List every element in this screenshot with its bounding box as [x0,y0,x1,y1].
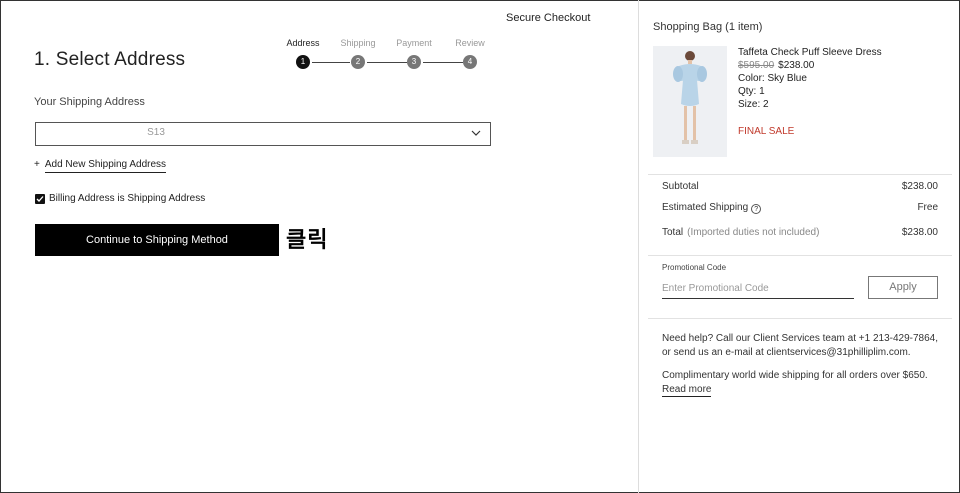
question-icon[interactable]: ? [751,204,762,214]
shipping-address-label: Your Shipping Address [34,96,145,108]
product-price: $595.00 $238.00 [738,60,814,71]
subtotal-value: $238.00 [901,181,938,192]
divider [648,318,952,319]
add-new-address-link[interactable]: + Add New Shipping Address [34,159,167,173]
product-qty: Qty: 1 [738,86,765,97]
continue-to-shipping-button[interactable]: Continue to Shipping Method [35,224,279,256]
step-dot-payment[interactable]: 3 [407,55,421,69]
click-annotation: 클릭 [286,228,329,253]
step-connector [367,62,407,63]
plus-icon: + [34,159,40,170]
step-connector [312,62,350,63]
product-color: Color: Sky Blue [738,73,807,84]
chevron-down-icon [471,130,481,136]
sale-price: $238.00 [778,60,815,71]
apply-promo-button[interactable]: Apply [868,276,938,299]
estimated-shipping: Estimated Shipping? [662,202,762,214]
product-size: Size: 2 [738,99,769,110]
step-dot-address[interactable]: 1 [296,55,310,69]
client-services-help: Need help? Call our Client Services team… [662,333,938,358]
promo-code-input[interactable] [662,279,854,299]
estimated-shipping-label: Estimated Shipping [662,202,749,213]
shipping-note-text: Complimentary world wide shipping for al… [662,370,928,381]
divider [648,255,952,256]
total-label: Total [662,227,684,238]
add-new-address-label: Add New Shipping Address [44,159,167,173]
shipping-value: Free [917,202,938,213]
product-name[interactable]: Taffeta Check Puff Sleeve Dress [738,47,882,58]
selected-address-value: S13 [147,127,165,138]
step-label-payment: Payment [396,38,432,48]
read-more-link[interactable]: Read more [662,384,712,397]
step-dot-shipping[interactable]: 2 [351,55,365,69]
original-price: $595.00 [738,60,775,71]
step-label-review: Review [455,38,485,48]
step-label-address: Address [286,38,320,48]
final-sale-badge: FINAL SALE [738,126,795,137]
total-value: $238.00 [901,227,938,238]
step-dot-review[interactable]: 4 [463,55,477,69]
shopping-bag-panel: Shopping Bag (1 item) Taffeta Check Puff… [638,0,960,493]
product-image[interactable] [653,46,727,157]
billing-checkbox-label: Billing Address is Shipping Address [49,193,206,204]
billing-checkbox[interactable] [35,194,45,204]
step-connector [423,62,463,63]
secure-checkout-label: Secure Checkout [506,12,591,24]
page-title: 1. Select Address [34,49,186,70]
shipping-address-select[interactable]: S13 [35,122,491,146]
dress-photo-icon [653,46,727,157]
step-label-shipping: Shipping [340,38,376,48]
total-note: (Imported duties not included) [687,227,820,238]
checkout-main: Secure Checkout 1. Select Address Addres… [0,0,638,493]
shopping-bag-title: Shopping Bag (1 item) [653,21,763,33]
divider [648,174,952,175]
checkout-progress: Address Shipping Payment Review 1 2 3 4 [282,38,494,74]
checkmark-icon [36,196,44,202]
promo-code-label: Promotional Code [662,263,727,272]
shipping-note: Complimentary world wide shipping for al… [662,369,942,397]
subtotal-label: Subtotal [662,181,699,192]
total: Total (Imported duties not included) [662,227,819,238]
